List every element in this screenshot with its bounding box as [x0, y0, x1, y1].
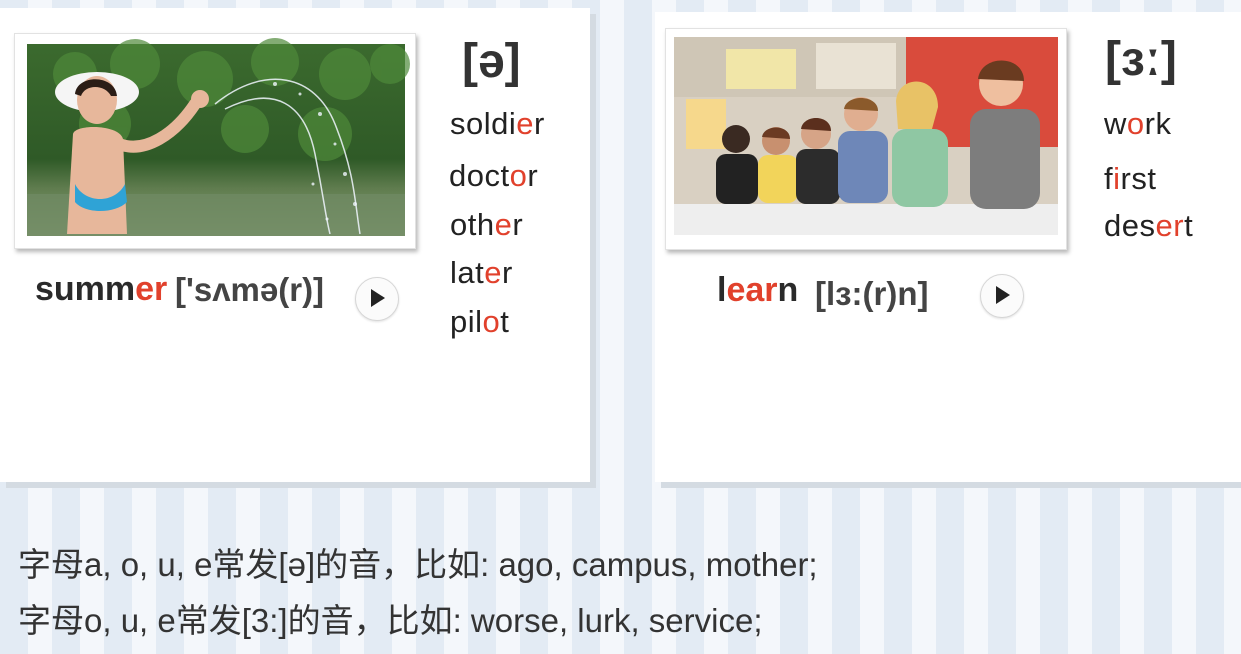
phonetic-transcript: ['sʌmə(r)]: [175, 271, 325, 308]
summer-photo: [14, 33, 416, 249]
example-word: doctor: [449, 158, 539, 193]
rule-note: 字母a, o, u, e常发[ə]的音，比如: ago, campus, mot…: [18, 546, 818, 583]
example-word: other: [450, 207, 524, 242]
play-icon: [371, 289, 385, 307]
schwa-card: [ə] soldier doctor other later pilot sum…: [0, 8, 590, 482]
phonetic-transcript: [lɜ:(r)n]: [815, 275, 929, 312]
ipa-symbol: [ə]: [462, 35, 521, 88]
example-word: pilot: [450, 304, 510, 339]
rule-note: 字母o, u, e常发[3:]的音，比如: worse, lurk, servi…: [18, 602, 763, 639]
er-card: [ɜː] work first desert learn [lɜ:(r)n]: [655, 12, 1241, 482]
headword: summer: [35, 270, 168, 308]
example-word: later: [450, 255, 513, 290]
example-word: desert: [1104, 208, 1194, 243]
headword: learn: [717, 271, 799, 309]
example-word: soldier: [450, 106, 545, 141]
play-icon: [996, 286, 1010, 304]
ipa-symbol: [ɜː]: [1105, 33, 1177, 86]
classroom-photo: [665, 28, 1067, 250]
play-audio-button[interactable]: [355, 277, 399, 321]
example-word: work: [1104, 106, 1172, 141]
play-audio-button[interactable]: [980, 274, 1024, 318]
example-word: first: [1104, 161, 1157, 196]
